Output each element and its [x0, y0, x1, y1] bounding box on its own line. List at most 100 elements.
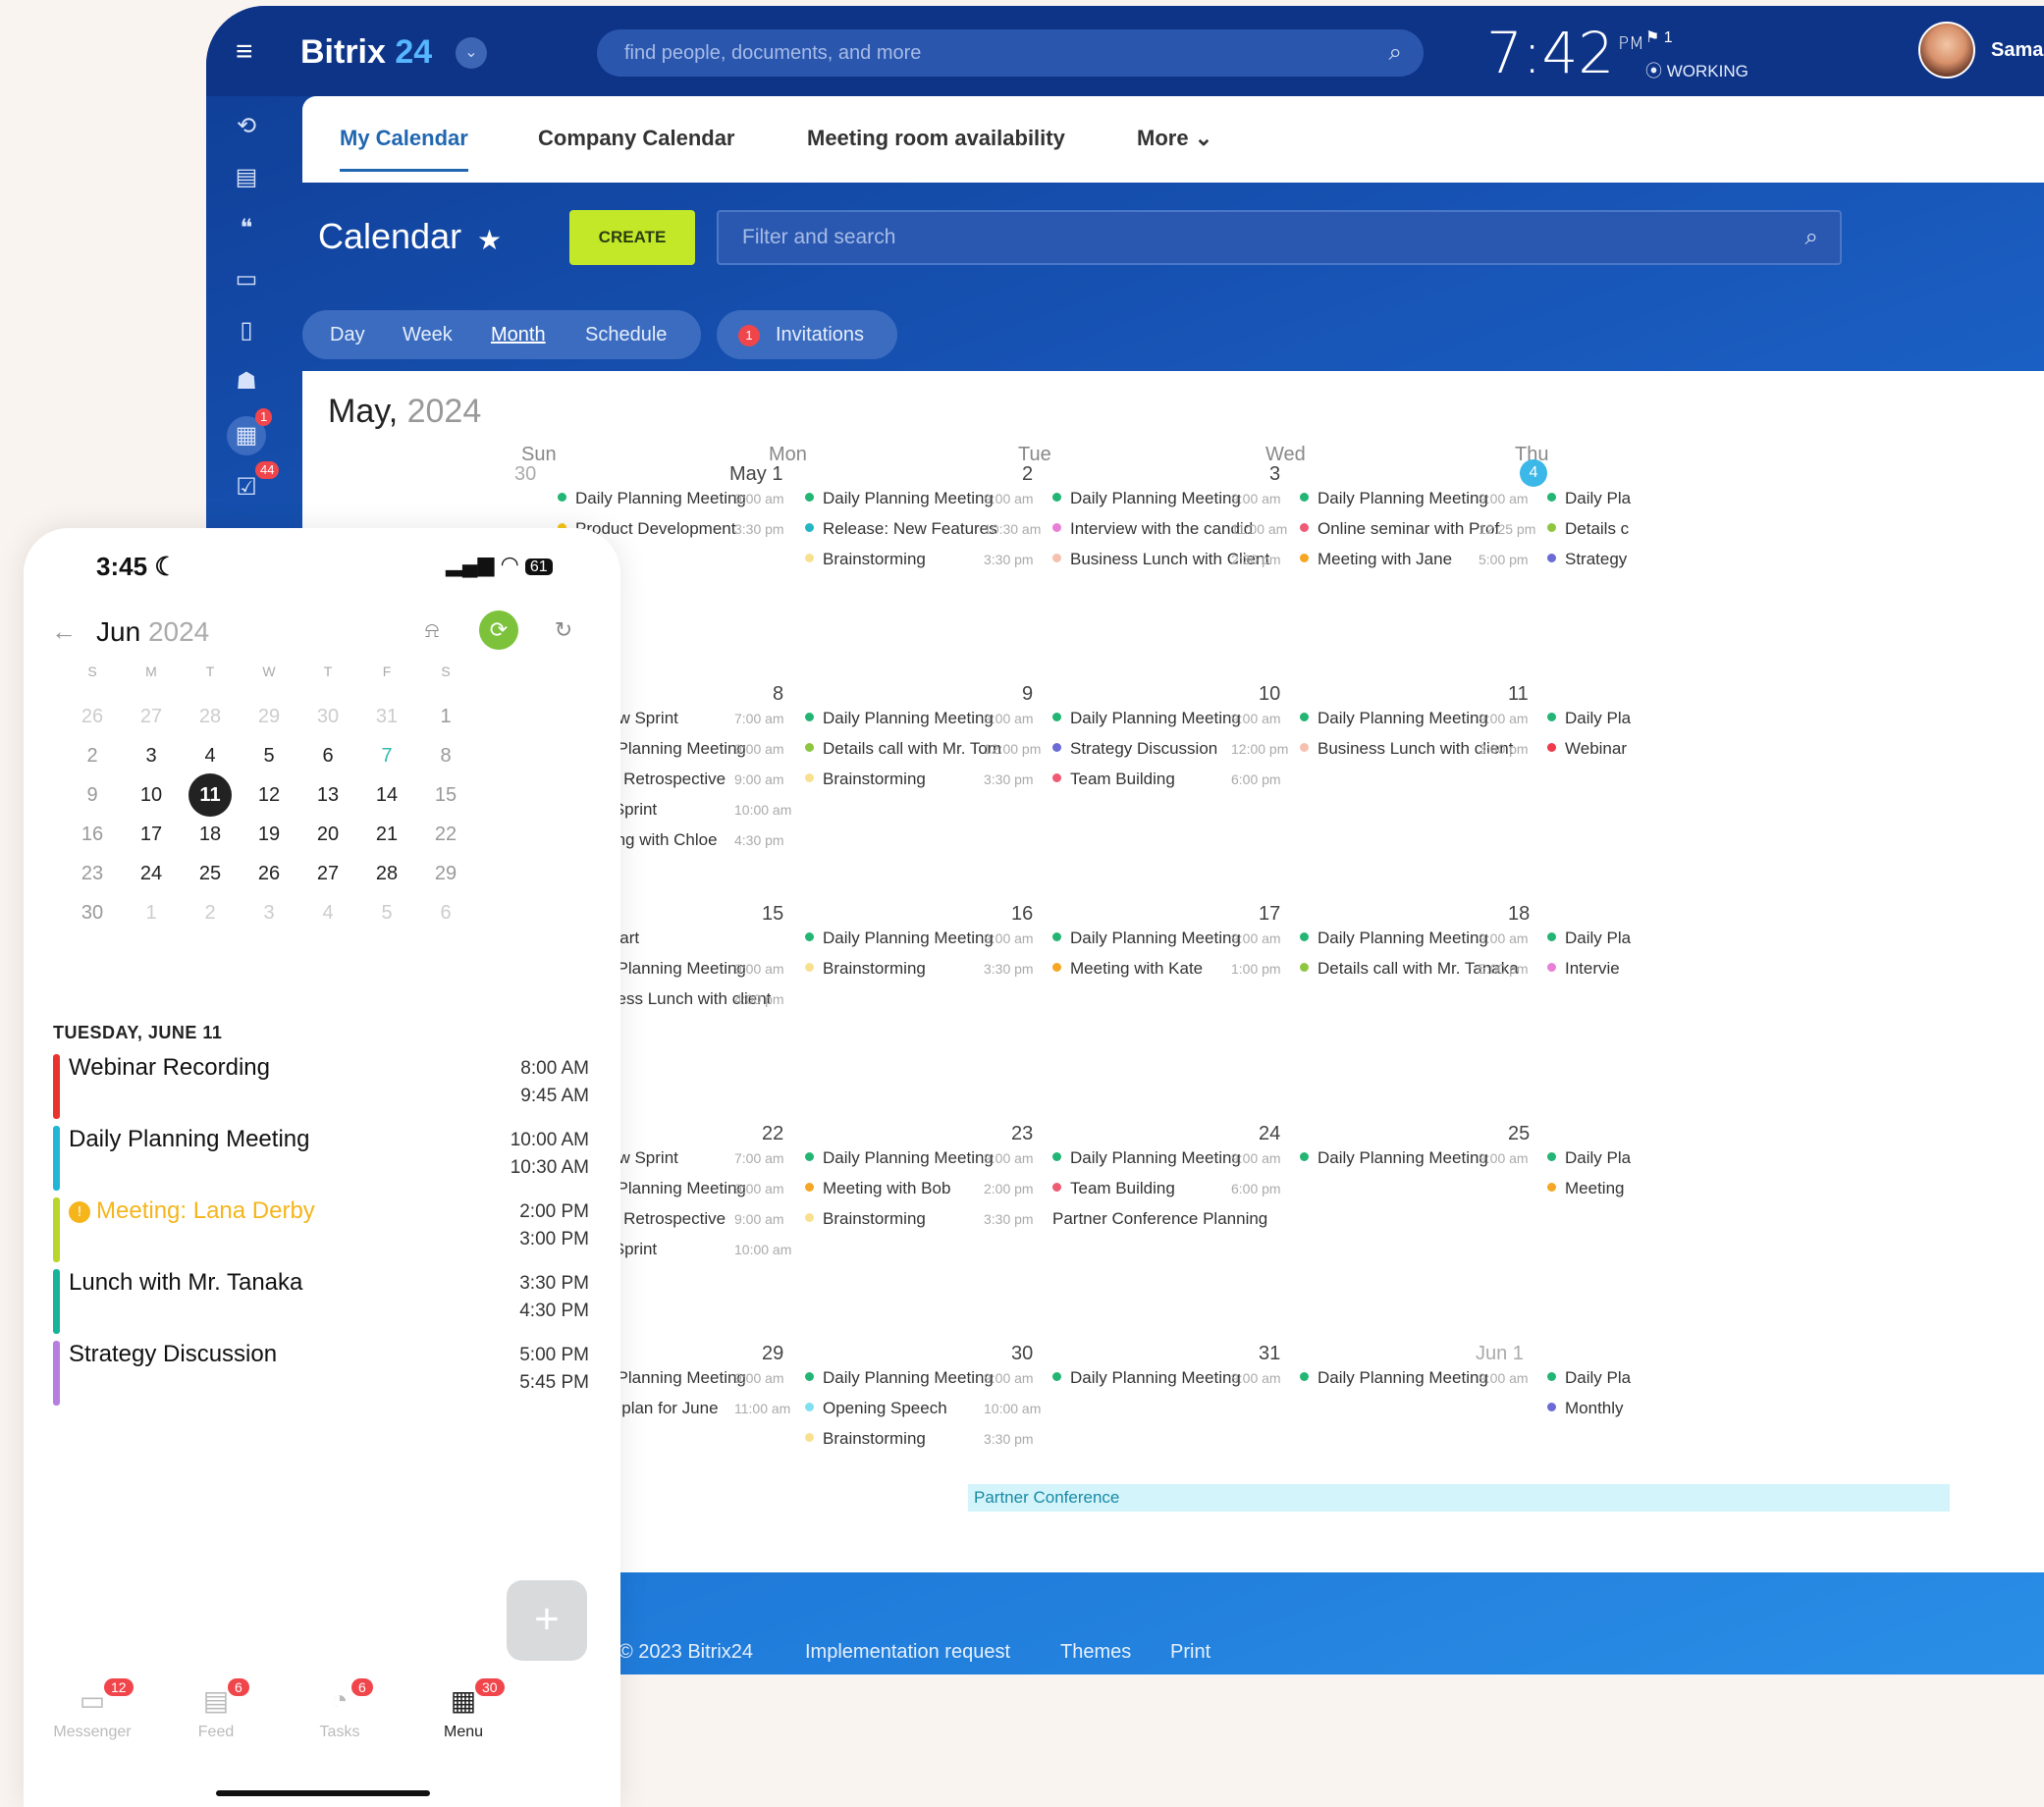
day-number[interactable]: 15: [762, 903, 783, 926]
calendar-event[interactable]: Daily Planning Meeting: [1052, 929, 1241, 948]
mini-calendar-day[interactable]: 2: [188, 891, 232, 934]
day-number[interactable]: 8: [773, 683, 783, 706]
mini-calendar-day[interactable]: 30: [71, 891, 114, 934]
calendar-event[interactable]: Daily Planning Meeting: [805, 1148, 994, 1168]
search-icon[interactable]: ⌕: [1805, 212, 1818, 263]
mini-calendar-day[interactable]: 23: [71, 852, 114, 895]
feed-icon[interactable]: ▤: [230, 161, 263, 194]
calendar-event[interactable]: Webinar: [1547, 739, 1627, 759]
tab-my-calendar[interactable]: My Calendar: [340, 126, 468, 172]
event-partner-conference[interactable]: Partner Conference: [968, 1484, 1950, 1512]
calendar-event[interactable]: Daily Planning Meeting: [805, 929, 994, 948]
view-month[interactable]: Month: [491, 324, 546, 346]
view-day[interactable]: Day: [330, 324, 365, 346]
calendar-event[interactable]: Strategy: [1547, 550, 1627, 569]
mini-calendar-day[interactable]: 24: [130, 852, 173, 895]
mini-calendar-day[interactable]: 9: [71, 773, 114, 817]
mini-calendar-day[interactable]: 20: [306, 813, 350, 856]
create-button[interactable]: CREATE: [569, 210, 695, 265]
add-event-button[interactable]: +: [507, 1580, 587, 1661]
day-number[interactable]: 9: [1022, 683, 1033, 706]
bell-icon[interactable]: ⍾: [412, 611, 452, 650]
search-icon[interactable]: ⌕: [1389, 29, 1402, 77]
agenda-item[interactable]: Lunch with Mr. Tanaka 3:30 PM 4:30 PM: [53, 1269, 603, 1338]
mini-calendar-day[interactable]: 16: [71, 813, 114, 856]
calendar-event[interactable]: Team Building: [1052, 770, 1175, 789]
crm-icon[interactable]: ⟲: [230, 110, 263, 143]
mini-calendar-day[interactable]: 7: [365, 734, 408, 777]
calendar-event[interactable]: Daily Pla: [1547, 709, 1631, 728]
calendar-event[interactable]: Monthly: [1547, 1399, 1624, 1418]
mini-calendar-day[interactable]: 21: [365, 813, 408, 856]
mini-calendar-day[interactable]: 12: [247, 773, 291, 817]
calendar-event[interactable]: Brainstorming: [805, 1209, 926, 1229]
user-name[interactable]: Sama: [1991, 39, 2043, 62]
calendar-event[interactable]: Meeting with Kate: [1052, 959, 1203, 979]
nav-tasks[interactable]: ◔ 6 Tasks: [291, 1678, 389, 1741]
calendar-event[interactable]: Daily Planning Meeting: [805, 489, 994, 508]
calendar-event[interactable]: Daily Pla: [1547, 1148, 1631, 1168]
avatar[interactable]: [1918, 22, 1975, 79]
calendar-event[interactable]: Details c: [1547, 519, 1629, 539]
calendar-event[interactable]: Online seminar with Prof: [1300, 519, 1499, 539]
day-number[interactable]: 16: [1011, 903, 1033, 926]
day-number[interactable]: 2: [1022, 463, 1033, 486]
day-number[interactable]: 11: [1508, 683, 1529, 706]
calendar-event[interactable]: Daily Pla: [1547, 489, 1631, 508]
mini-calendar-day[interactable]: 3: [247, 891, 291, 934]
calendar-event[interactable]: Meeting with Jane: [1300, 550, 1452, 569]
calendar-event[interactable]: Brainstorming: [805, 550, 926, 569]
mini-calendar-day[interactable]: 29: [247, 695, 291, 738]
day-number[interactable]: 17: [1259, 903, 1280, 926]
calendar-event[interactable]: Daily Pla: [1547, 929, 1631, 948]
footer-implementation-link[interactable]: Implementation request: [805, 1641, 1010, 1664]
agenda-item[interactable]: ! Meeting: Lana Derby 2:00 PM 3:00 PM: [53, 1197, 603, 1266]
mini-calendar-day[interactable]: 13: [306, 773, 350, 817]
calendar-event[interactable]: Daily Planning Meeting: [1052, 1368, 1241, 1388]
day-number[interactable]: 22: [762, 1123, 783, 1145]
day-number[interactable]: 24: [1259, 1123, 1280, 1145]
mini-calendar-day[interactable]: 18: [188, 813, 232, 856]
mini-calendar-day[interactable]: 17: [130, 813, 173, 856]
calendar-event[interactable]: Interview with the candid: [1052, 519, 1253, 539]
tab-company-calendar[interactable]: Company Calendar: [538, 126, 735, 151]
agenda-item[interactable]: Daily Planning Meeting 10:00 AM 10:30 AM: [53, 1126, 603, 1195]
calendar-event[interactable]: Daily Planning Meeting: [1300, 709, 1488, 728]
mini-calendar-day[interactable]: 2: [71, 734, 114, 777]
mini-calendar-day[interactable]: 31: [365, 695, 408, 738]
mini-calendar-day[interactable]: 11: [188, 773, 232, 817]
mini-calendar-day[interactable]: 22: [424, 813, 467, 856]
mini-calendar-day[interactable]: 28: [188, 695, 232, 738]
mini-calendar-day[interactable]: 29: [424, 852, 467, 895]
calendar-event[interactable]: Daily Planning Meeting: [1052, 1148, 1241, 1168]
day-number[interactable]: Jun 1: [1476, 1343, 1524, 1365]
calendar-event[interactable]: Daily Planning Meeting: [1052, 489, 1241, 508]
calendar-event[interactable]: Release: New Features: [805, 519, 997, 539]
calendar-event[interactable]: Strategy Discussion: [1052, 739, 1217, 759]
footer-print-link[interactable]: Print: [1170, 1641, 1210, 1664]
day-number[interactable]: 30: [1011, 1343, 1033, 1365]
document-icon[interactable]: ▯: [230, 314, 263, 347]
nav-menu[interactable]: ▦ 30 Menu: [414, 1678, 512, 1741]
day-number[interactable]: 3: [1269, 463, 1280, 486]
mini-calendar-day[interactable]: 4: [188, 734, 232, 777]
tab-meeting-room[interactable]: Meeting room availability: [807, 126, 1065, 151]
calendar-event[interactable]: Daily Planning Meeting: [558, 489, 746, 508]
invitations-button[interactable]: 1 Invitations: [717, 310, 897, 359]
day-number[interactable]: 18: [1508, 903, 1530, 926]
tab-more[interactable]: More ⌄: [1137, 126, 1212, 151]
view-week[interactable]: Week: [403, 324, 453, 346]
calendar-event[interactable]: Daily Planning Meeting: [1300, 489, 1488, 508]
agenda-item[interactable]: Webinar Recording 8:00 AM 9:45 AM: [53, 1054, 603, 1123]
mini-calendar-day[interactable]: 5: [365, 891, 408, 934]
global-search-input[interactable]: find people, documents, and more ⌕: [597, 29, 1424, 77]
mini-calendar-day[interactable]: 4: [306, 891, 350, 934]
mini-calendar-day[interactable]: 27: [130, 695, 173, 738]
nav-messenger[interactable]: ▭ 12 Messenger: [43, 1678, 141, 1741]
drive-icon[interactable]: ▭: [230, 263, 263, 296]
footer-themes-link[interactable]: Themes: [1060, 1641, 1131, 1664]
calendar-event[interactable]: Daily Planning Meeting: [1300, 1148, 1488, 1168]
calendar-event[interactable]: Daily Planning Meeting: [805, 709, 994, 728]
day-number[interactable]: 25: [1508, 1123, 1530, 1145]
agenda-item[interactable]: Strategy Discussion 5:00 PM 5:45 PM: [53, 1341, 603, 1409]
